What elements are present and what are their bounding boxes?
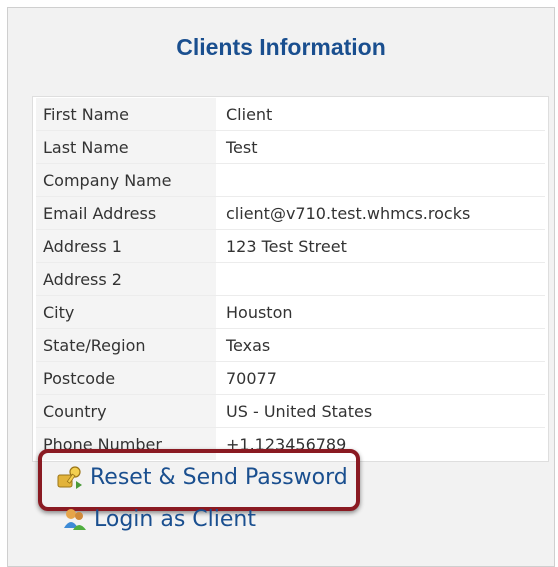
row-value: US - United States bbox=[226, 401, 373, 421]
table-row: Company Name bbox=[36, 163, 545, 196]
row-value: Texas bbox=[226, 335, 271, 355]
login-as-client-link[interactable]: Login as Client bbox=[62, 506, 256, 532]
row-label: Company Name bbox=[36, 164, 216, 196]
table-row: Phone Number +1.123456789 bbox=[36, 427, 545, 460]
row-label: Country bbox=[36, 395, 216, 427]
table-row: First Name Client bbox=[36, 98, 545, 130]
table-row: Email Address client@v710.test.whmcs.roc… bbox=[36, 196, 545, 229]
row-label: City bbox=[36, 296, 216, 328]
table-row: State/Region Texas bbox=[36, 328, 545, 361]
client-actions: Reset & Send Password bbox=[56, 458, 348, 496]
table-row: City Houston bbox=[36, 295, 545, 328]
row-value: client@v710.test.whmcs.rocks bbox=[226, 203, 471, 223]
users-icon bbox=[64, 509, 86, 530]
row-value: 70077 bbox=[226, 368, 277, 388]
login-as-client-label: Login as Client bbox=[94, 506, 256, 532]
row-value: 123 Test Street bbox=[226, 236, 347, 256]
row-label: Phone Number bbox=[36, 428, 216, 460]
row-label: Address 2 bbox=[36, 263, 216, 295]
row-label: Email Address bbox=[36, 197, 216, 229]
row-label: Last Name bbox=[36, 131, 216, 163]
panel-title: Clients Information bbox=[176, 34, 386, 60]
row-value: Houston bbox=[226, 302, 293, 322]
table-row: Country US - United States bbox=[36, 394, 545, 427]
row-label: Address 1 bbox=[36, 230, 216, 262]
reset-send-password-link[interactable]: Reset & Send Password bbox=[56, 458, 348, 496]
reset-send-password-label: Reset & Send Password bbox=[90, 464, 348, 490]
table-row: Address 1 123 Test Street bbox=[36, 229, 545, 262]
row-label: State/Region bbox=[36, 329, 216, 361]
client-info-table: First Name Client Last Name Test Company… bbox=[32, 96, 549, 462]
row-value: +1.123456789 bbox=[226, 434, 347, 454]
table-row: Postcode 70077 bbox=[36, 361, 545, 394]
table-row: Last Name Test bbox=[36, 130, 545, 163]
row-value: Client bbox=[226, 104, 273, 124]
row-value bbox=[216, 164, 545, 196]
row-value bbox=[216, 263, 545, 295]
row-value: Test bbox=[226, 137, 258, 157]
table-row: Address 2 bbox=[36, 262, 545, 295]
key-icon bbox=[57, 466, 82, 489]
row-label: Postcode bbox=[36, 362, 216, 394]
row-label: First Name bbox=[36, 98, 216, 130]
